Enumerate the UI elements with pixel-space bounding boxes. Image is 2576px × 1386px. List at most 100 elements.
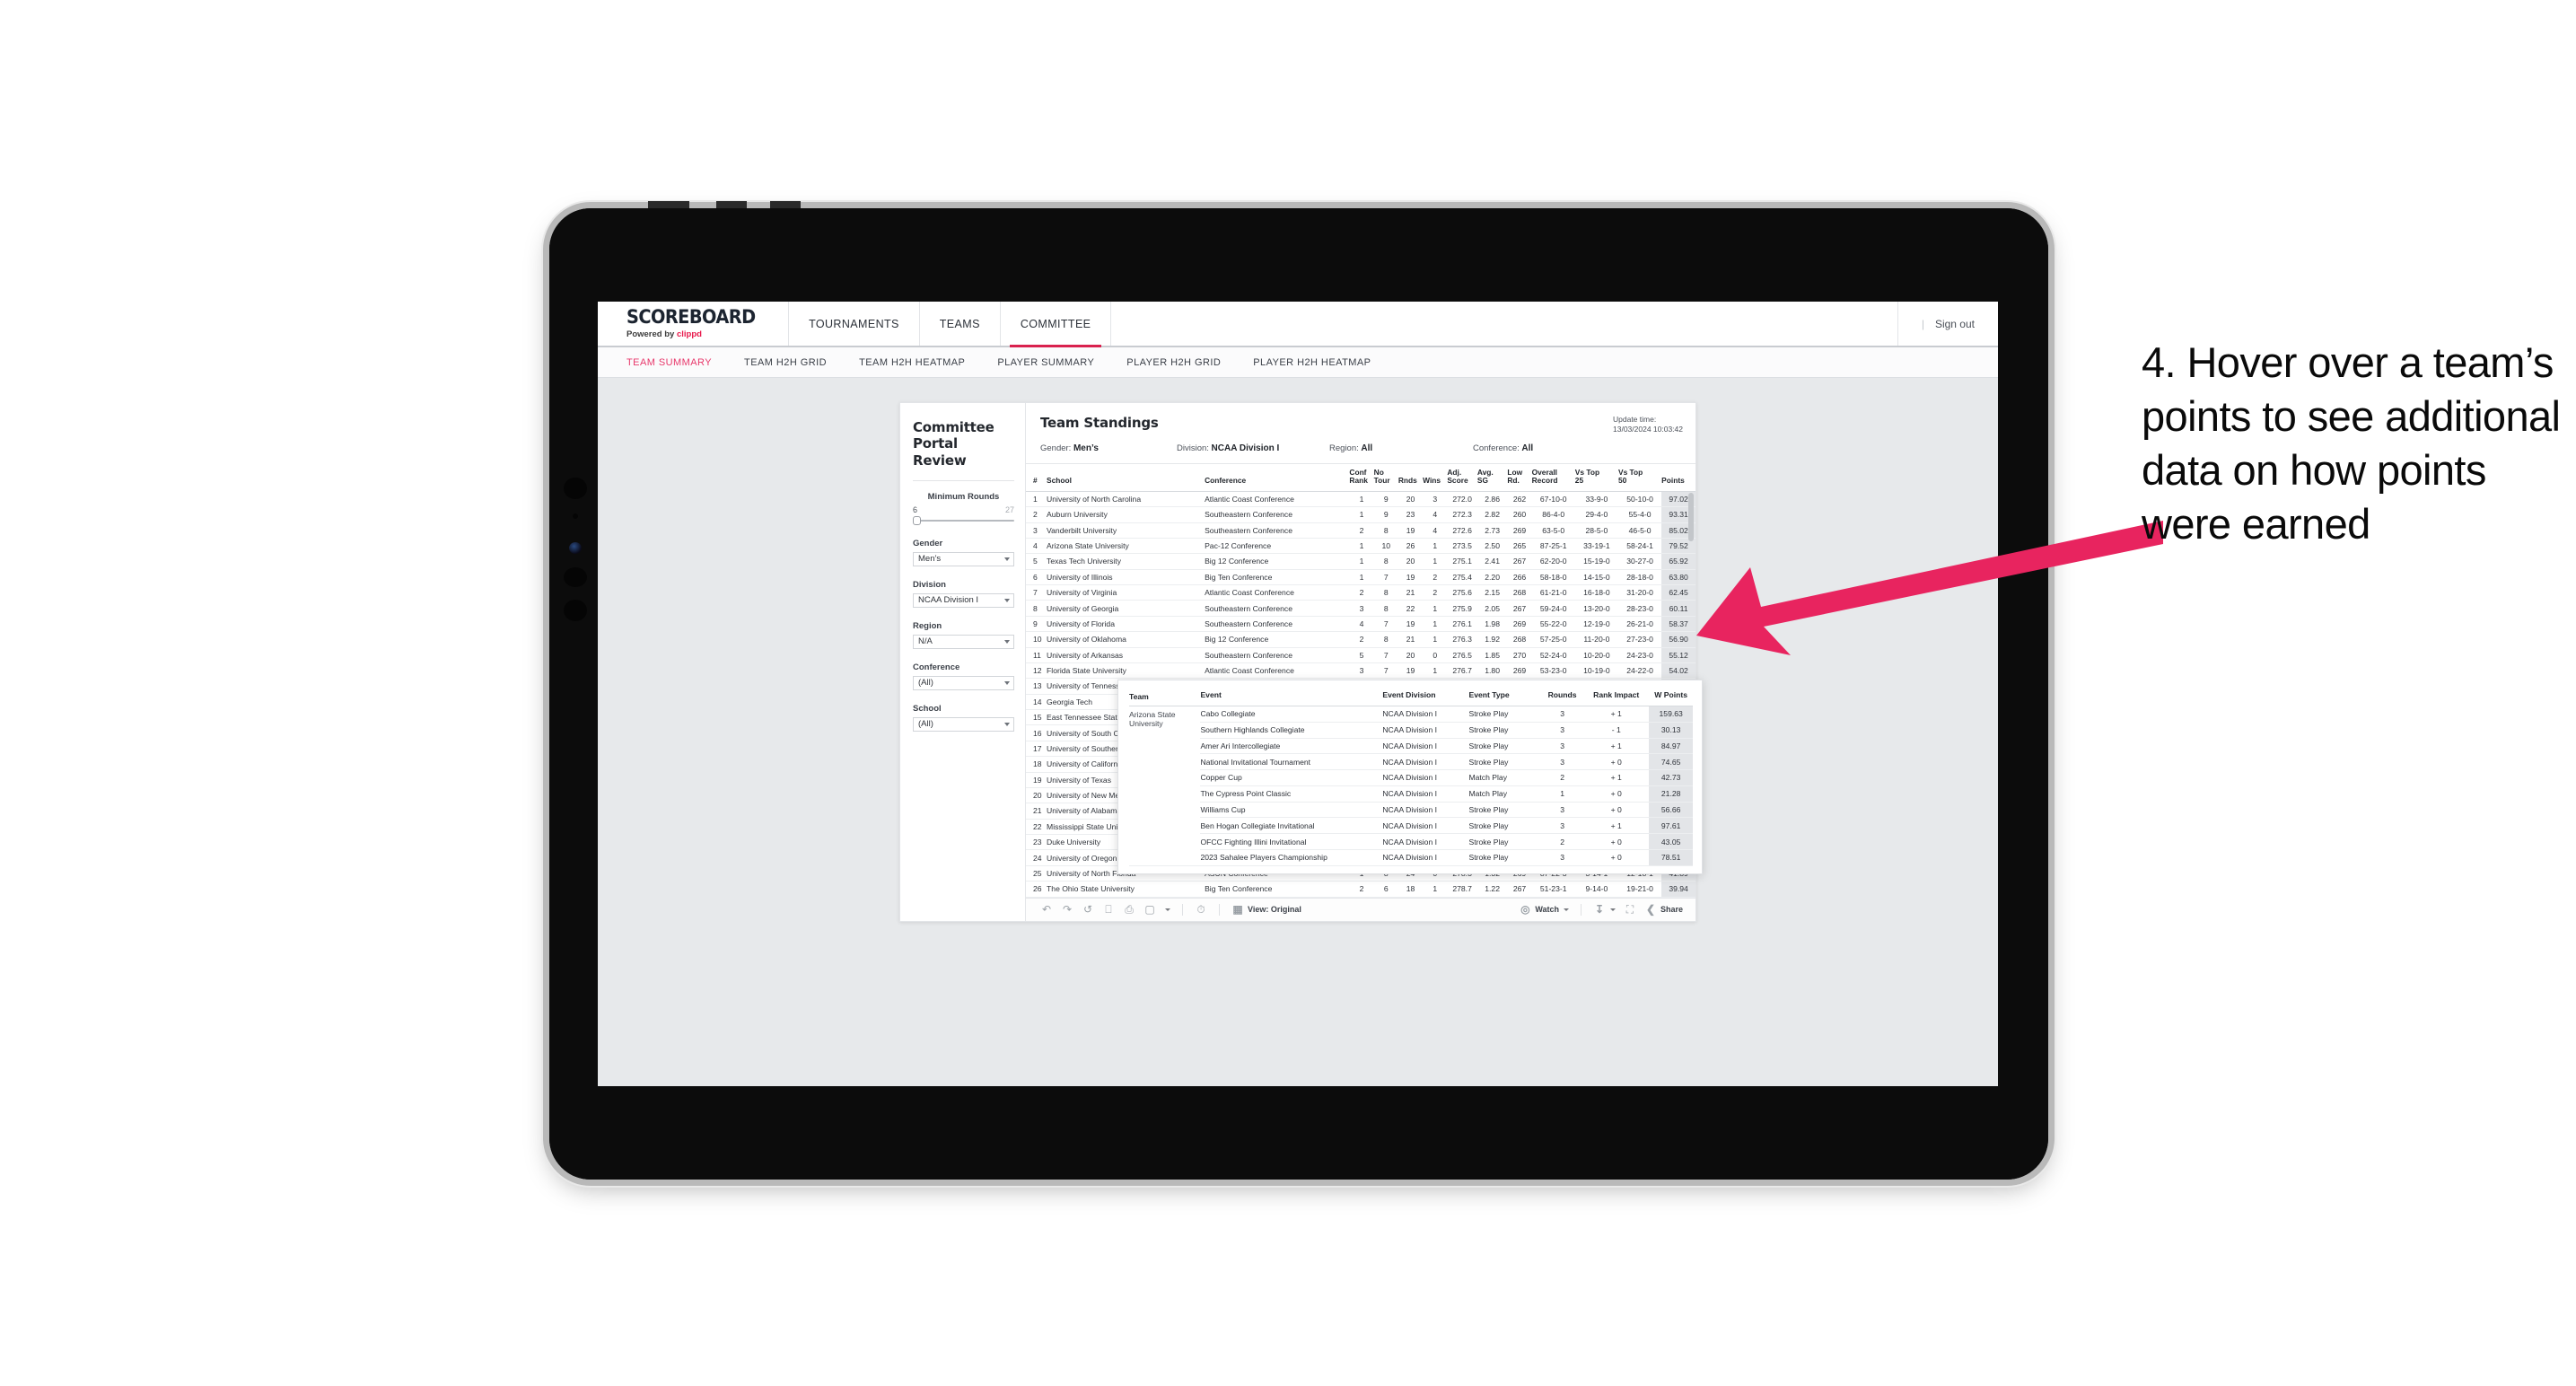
- tab-team-h2h-grid[interactable]: TEAM H2H GRID: [744, 357, 827, 368]
- tab-team-summary[interactable]: TEAM SUMMARY: [626, 357, 712, 368]
- standings-col-vs_top_25[interactable]: Vs Top 25: [1574, 463, 1618, 492]
- cell-vs_top_25: 13-20-0: [1574, 600, 1618, 617]
- cell-conf_rank: 2: [1349, 631, 1374, 648]
- cell-conference: Southeastern Conference: [1205, 647, 1350, 663]
- viz-filter-division-value: NCAA Division I: [1211, 443, 1280, 453]
- tab-team-h2h-heatmap[interactable]: TEAM H2H HEATMAP: [859, 357, 965, 368]
- brand-logo[interactable]: SCOREBOARD Powered by clippd: [598, 302, 790, 346]
- standings-col-no_tour[interactable]: No Tour: [1373, 463, 1398, 492]
- cell-school: University of Arkansas: [1047, 647, 1205, 663]
- cell-rnds: 19: [1398, 662, 1424, 680]
- cell-avg_sg: 1.98: [1476, 616, 1508, 633]
- alerts-icon[interactable]: ⏱: [1195, 903, 1207, 916]
- tab-player-summary[interactable]: PLAYER SUMMARY: [997, 357, 1094, 368]
- filters-title-line1: Committee: [913, 419, 994, 435]
- table-row[interactable]: 12 Florida State University Atlantic Coast…: [1026, 662, 1695, 680]
- standings-col-rnds[interactable]: Rnds: [1398, 463, 1424, 492]
- table-row[interactable]: 6 University of Illinois Big Ten Conferenc…: [1026, 569, 1695, 586]
- tooltip-cell-event_division: NCAA Division I: [1382, 802, 1469, 819]
- slider-handle[interactable]: [913, 515, 921, 525]
- viz-filter-division-label: Division:: [1177, 443, 1209, 453]
- tab-player-h2h-heatmap[interactable]: PLAYER H2H HEATMAP: [1253, 357, 1371, 368]
- filter-division-label: Division: [913, 579, 946, 590]
- standings-col-overall_record[interactable]: Overall Record: [1531, 463, 1575, 492]
- cell-rnds: 21: [1398, 584, 1424, 601]
- table-row[interactable]: 5 Texas Tech University Big 12 Conference 1…: [1026, 553, 1695, 570]
- standings-col-vs_top_50[interactable]: Vs Top 50: [1617, 463, 1662, 492]
- tooltip-team-name: Arizona State University: [1129, 706, 1201, 866]
- cell-low_rd: 260: [1507, 506, 1532, 523]
- undo-icon[interactable]: ↶: [1040, 903, 1053, 916]
- filter-division-select[interactable]: NCAA Division I: [913, 592, 1014, 608]
- filter-gender-select[interactable]: Men’s: [913, 551, 1014, 566]
- tooltip-row: National Invitational Tournament NCAA Div…: [1129, 753, 1693, 771]
- pause-auto-update-icon[interactable]: ⎙: [1123, 903, 1135, 916]
- filter-school-select[interactable]: (All): [913, 716, 1014, 732]
- standings-col-wins[interactable]: Wins: [1423, 463, 1448, 492]
- cell-overall_record: 58-18-0: [1531, 569, 1575, 586]
- cell-wins: 2: [1423, 584, 1448, 601]
- watch-button[interactable]: ◎ Watch: [1519, 903, 1569, 916]
- device-speaker-hole-2: [564, 567, 587, 587]
- tooltip-col-team: Team: [1129, 688, 1201, 706]
- topnav-item-committee[interactable]: COMMITTEE: [1001, 302, 1112, 347]
- refresh-data-icon[interactable]: ⎕: [1102, 903, 1115, 916]
- cell-no_tour: 8: [1373, 522, 1398, 539]
- cell-conference: Atlantic Coast Conference: [1205, 491, 1350, 508]
- table-row[interactable]: 4 Arizona State University Pac-12 Conferen…: [1026, 538, 1695, 555]
- table-row[interactable]: 3 Vanderbilt University Southeastern Confe…: [1026, 522, 1695, 539]
- download-button[interactable]: ↧: [1593, 903, 1616, 916]
- table-row[interactable]: 1 University of North Carolina Atlantic Co…: [1026, 491, 1695, 508]
- filter-division-value: NCAA Division I: [918, 595, 979, 606]
- cell-overall_record: 59-24-0: [1531, 600, 1575, 617]
- standings-col-school[interactable]: School: [1047, 463, 1205, 492]
- table-row[interactable]: 9 University of Florida Southeastern Confe…: [1026, 616, 1695, 633]
- cell-overall_record: 52-24-0: [1531, 647, 1575, 663]
- standings-col-avg_sg[interactable]: Avg. SG: [1476, 463, 1508, 492]
- cell-rnds: 21: [1398, 631, 1424, 648]
- signout-link[interactable]: Sign out: [1935, 318, 1975, 330]
- table-row[interactable]: 10 University of Oklahoma Big 12 Conferenc…: [1026, 631, 1695, 648]
- minimum-rounds-slider[interactable]: [913, 515, 1014, 525]
- tooltip-cell-rank_impact: + 1: [1583, 769, 1650, 786]
- view-original-button[interactable]: ▦ View: Original: [1231, 903, 1301, 916]
- tooltip-cell-rank_impact: + 0: [1583, 849, 1650, 866]
- viz-title: Team Standings: [1040, 415, 1159, 431]
- cell-points[interactable]: 39.94: [1661, 881, 1695, 898]
- standings-col-rank[interactable]: #: [1026, 463, 1047, 492]
- table-row[interactable]: 26 The Ohio State University Big Ten Confe…: [1026, 881, 1695, 898]
- cell-overall_record: 67-10-0: [1531, 491, 1575, 508]
- tab-player-h2h-grid[interactable]: PLAYER H2H GRID: [1126, 357, 1221, 368]
- tooltip-cell-rank_impact: + 0: [1583, 833, 1650, 850]
- cell-rank: 23: [1026, 834, 1047, 851]
- standings-col-adj_score[interactable]: Adj. Score: [1447, 463, 1477, 492]
- tooltip-cell-w_points: 97.61: [1649, 817, 1693, 835]
- tooltip-cell-rounds: 2: [1541, 833, 1584, 850]
- cell-wins: 1: [1423, 538, 1448, 555]
- fullscreen-icon[interactable]: ⛶: [1624, 903, 1636, 916]
- filter-region-select[interactable]: N/A: [913, 634, 1014, 649]
- cell-rank: 4: [1026, 538, 1047, 555]
- chevron-down-icon[interactable]: [1165, 908, 1170, 911]
- share-button[interactable]: ❮ Share: [1644, 903, 1683, 916]
- standings-col-low_rd[interactable]: Low Rd.: [1507, 463, 1532, 492]
- topnav-item-teams[interactable]: TEAMS: [920, 302, 1001, 346]
- custom-views-icon[interactable]: ▢: [1143, 903, 1156, 916]
- table-row[interactable]: 7 University of Virginia Atlantic Coast Co…: [1026, 584, 1695, 601]
- table-row[interactable]: 11 University of Arkansas Southeastern Con…: [1026, 647, 1695, 663]
- topnav-item-tournaments[interactable]: TOURNAMENTS: [789, 302, 920, 346]
- revert-icon[interactable]: ↺: [1082, 903, 1094, 916]
- redo-icon[interactable]: ↷: [1061, 903, 1073, 916]
- standings-scrollbar-thumb[interactable]: [1688, 492, 1694, 541]
- cell-conf_rank: 3: [1349, 662, 1374, 680]
- tooltip-cell-w_points: 43.05: [1649, 833, 1693, 850]
- standings-col-conference[interactable]: Conference: [1205, 463, 1350, 492]
- points-detail-tooltip: Team Event Event Division Event Type Rounds R…: [1117, 679, 1703, 874]
- cell-vs_top_50: 28-18-0: [1617, 569, 1662, 586]
- table-row[interactable]: 2 Auburn University Southeastern Conferenc…: [1026, 506, 1695, 523]
- filter-conference-select[interactable]: (All): [913, 675, 1014, 690]
- cell-conference: Southeastern Conference: [1205, 616, 1350, 633]
- standings-col-conf_rank[interactable]: Conf Rank: [1349, 463, 1374, 492]
- table-row[interactable]: 8 University of Georgia Southeastern Confe…: [1026, 600, 1695, 617]
- viz-filter-division: Division: NCAA Division I: [1177, 443, 1329, 453]
